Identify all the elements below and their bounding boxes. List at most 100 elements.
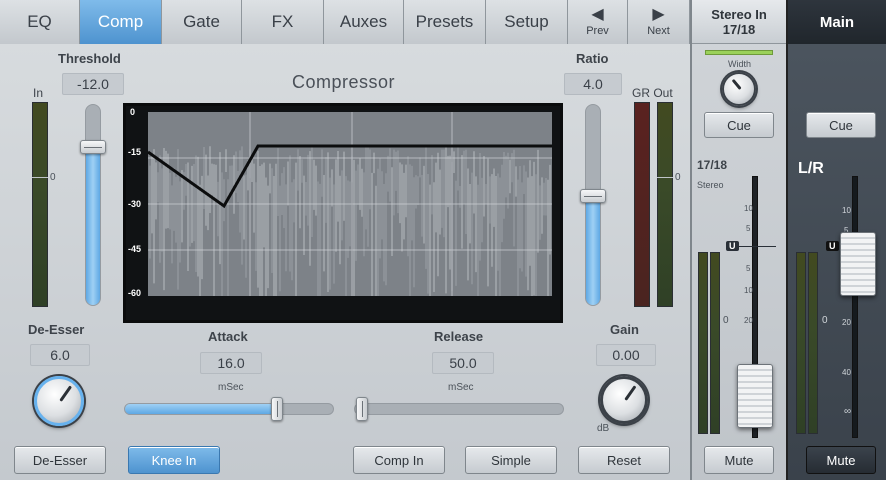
main-meter-zero: 0: [822, 315, 828, 326]
prev-arrow-icon: ◀: [591, 6, 604, 23]
main-meter-left: [796, 252, 806, 434]
main-fader-cap[interactable]: [840, 232, 876, 296]
attack-slider-thumb[interactable]: [271, 397, 283, 421]
stereo-sub-label: Stereo: [697, 180, 724, 190]
release-value: 50.0: [432, 352, 494, 374]
main-strip-header[interactable]: Main: [788, 0, 886, 44]
threshold-slider[interactable]: [85, 104, 101, 306]
threshold-slider-thumb[interactable]: [80, 140, 106, 154]
graph-scale-0: 0: [130, 107, 135, 117]
out-meter-zero-tick: [657, 177, 673, 178]
knee-in-button[interactable]: Knee In: [128, 446, 220, 474]
main-scale-20: 20: [842, 318, 851, 327]
reset-button[interactable]: Reset: [578, 446, 670, 474]
gain-knob-pointer: [624, 385, 637, 401]
attack-label: Attack: [208, 329, 248, 344]
stereo-scale-20: 20: [744, 316, 753, 325]
threshold-label: Threshold: [58, 51, 121, 66]
attack-unit: mSec: [218, 382, 244, 393]
stereo-meter-zero: 0: [723, 315, 729, 326]
attack-fill: [125, 404, 279, 414]
gr-out-label: GR Out: [632, 86, 673, 100]
width-knob[interactable]: [722, 72, 756, 106]
compressor-title: Compressor: [292, 72, 396, 92]
tab-gate[interactable]: Gate: [162, 0, 242, 44]
main-meter-right: [808, 252, 818, 434]
graph-scale-60: -60: [128, 288, 141, 298]
stereo-channel-label: 17/18: [697, 158, 728, 172]
gain-knob[interactable]: [600, 376, 648, 424]
ratio-slider-thumb[interactable]: [580, 189, 606, 203]
main-mute-button[interactable]: Mute: [806, 446, 876, 474]
prev-button[interactable]: ◀ Prev: [568, 0, 628, 44]
stereo-strip-header[interactable]: Stereo In 17/18: [692, 0, 786, 44]
output-meter: [657, 102, 673, 307]
main-lr-label: L/R: [798, 160, 824, 177]
graph-scale-45: -45: [128, 244, 141, 254]
ratio-value: 4.0: [564, 73, 622, 95]
compressor-panel: In 0 Threshold -12.0 Compressor 0 -15 -3…: [0, 44, 690, 480]
stereo-scale-5b: 5: [746, 264, 751, 273]
stereo-scale-5: 5: [746, 224, 751, 233]
width-knob-pointer: [731, 78, 742, 90]
de-esser-button[interactable]: De-Esser: [14, 446, 106, 474]
threshold-value: -12.0: [62, 73, 124, 95]
release-unit: mSec: [448, 382, 474, 393]
gain-reduction-meter: [634, 102, 650, 307]
in-label: In: [33, 86, 44, 100]
stereo-unity-line: [736, 246, 776, 247]
ratio-label: Ratio: [576, 51, 609, 66]
stereo-cue-button[interactable]: Cue: [704, 112, 774, 138]
stereo-scale-10: 10: [744, 204, 753, 213]
gain-label: Gain: [610, 322, 639, 337]
attack-slider[interactable]: [124, 403, 334, 415]
tab-setup[interactable]: Setup: [486, 0, 568, 44]
next-button[interactable]: ▶ Next: [628, 0, 690, 44]
de-esser-value: 6.0: [30, 344, 90, 366]
comp-in-button[interactable]: Comp In: [353, 446, 445, 474]
stereo-strip-channel-number: 17/18: [722, 21, 756, 37]
ratio-fill: [586, 193, 600, 305]
threshold-fill: [86, 147, 100, 305]
stereo-meter-left: [698, 252, 708, 434]
width-indicator: [705, 50, 773, 55]
simple-button[interactable]: Simple: [465, 446, 557, 474]
release-slider[interactable]: [354, 403, 564, 415]
stereo-mute-button[interactable]: Mute: [704, 446, 774, 474]
next-arrow-icon: ▶: [652, 6, 665, 23]
stereo-scale-10b: 10: [744, 286, 753, 295]
transfer-curve-svg: 0 -15 -30 -45 -60: [128, 107, 552, 298]
gain-value: 0.00: [596, 344, 656, 366]
main-scale-10: 10: [842, 206, 851, 215]
stereo-meter-right: [710, 252, 720, 434]
main-unity-marker: U: [826, 241, 839, 251]
de-esser-knob[interactable]: [34, 376, 84, 426]
next-label: Next: [647, 25, 670, 37]
stereo-strip-title: Stereo In: [711, 6, 767, 22]
gr-out-zero-label: 0: [675, 172, 681, 183]
ratio-slider[interactable]: [585, 104, 601, 306]
main-fader-track[interactable]: [852, 176, 858, 438]
release-slider-thumb[interactable]: [356, 397, 368, 421]
in-zero-label: 0: [50, 172, 56, 183]
tab-fx[interactable]: FX: [242, 0, 324, 44]
input-meter: [32, 102, 48, 307]
stereo-fader-cap[interactable]: [737, 364, 773, 428]
compressor-graph: 0 -15 -30 -45 -60: [123, 103, 563, 323]
gain-unit: dB: [597, 423, 610, 434]
de-esser-knob-pointer: [59, 385, 73, 402]
meter-zero-tick: [32, 177, 48, 178]
stereo-channel-strip: Stereo In 17/18 Width Cue 17/18 Stereo 0…: [690, 0, 786, 480]
attack-value: 16.0: [200, 352, 262, 374]
main-cue-button[interactable]: Cue: [806, 112, 876, 138]
tab-eq[interactable]: EQ: [0, 0, 80, 44]
main-channel-strip: Main Cue L/R 0 10 5 U 20 40 ∞ Mute: [786, 0, 886, 480]
main-scale-40: 40: [842, 368, 851, 377]
tab-comp[interactable]: Comp: [80, 0, 162, 44]
graph-scale-15: -15: [128, 147, 141, 157]
prev-label: Prev: [586, 25, 609, 37]
graph-scale-30: -30: [128, 199, 141, 209]
tab-auxes[interactable]: Auxes: [324, 0, 404, 44]
tab-presets[interactable]: Presets: [404, 0, 486, 44]
main-scale-infinity: ∞: [844, 406, 852, 417]
